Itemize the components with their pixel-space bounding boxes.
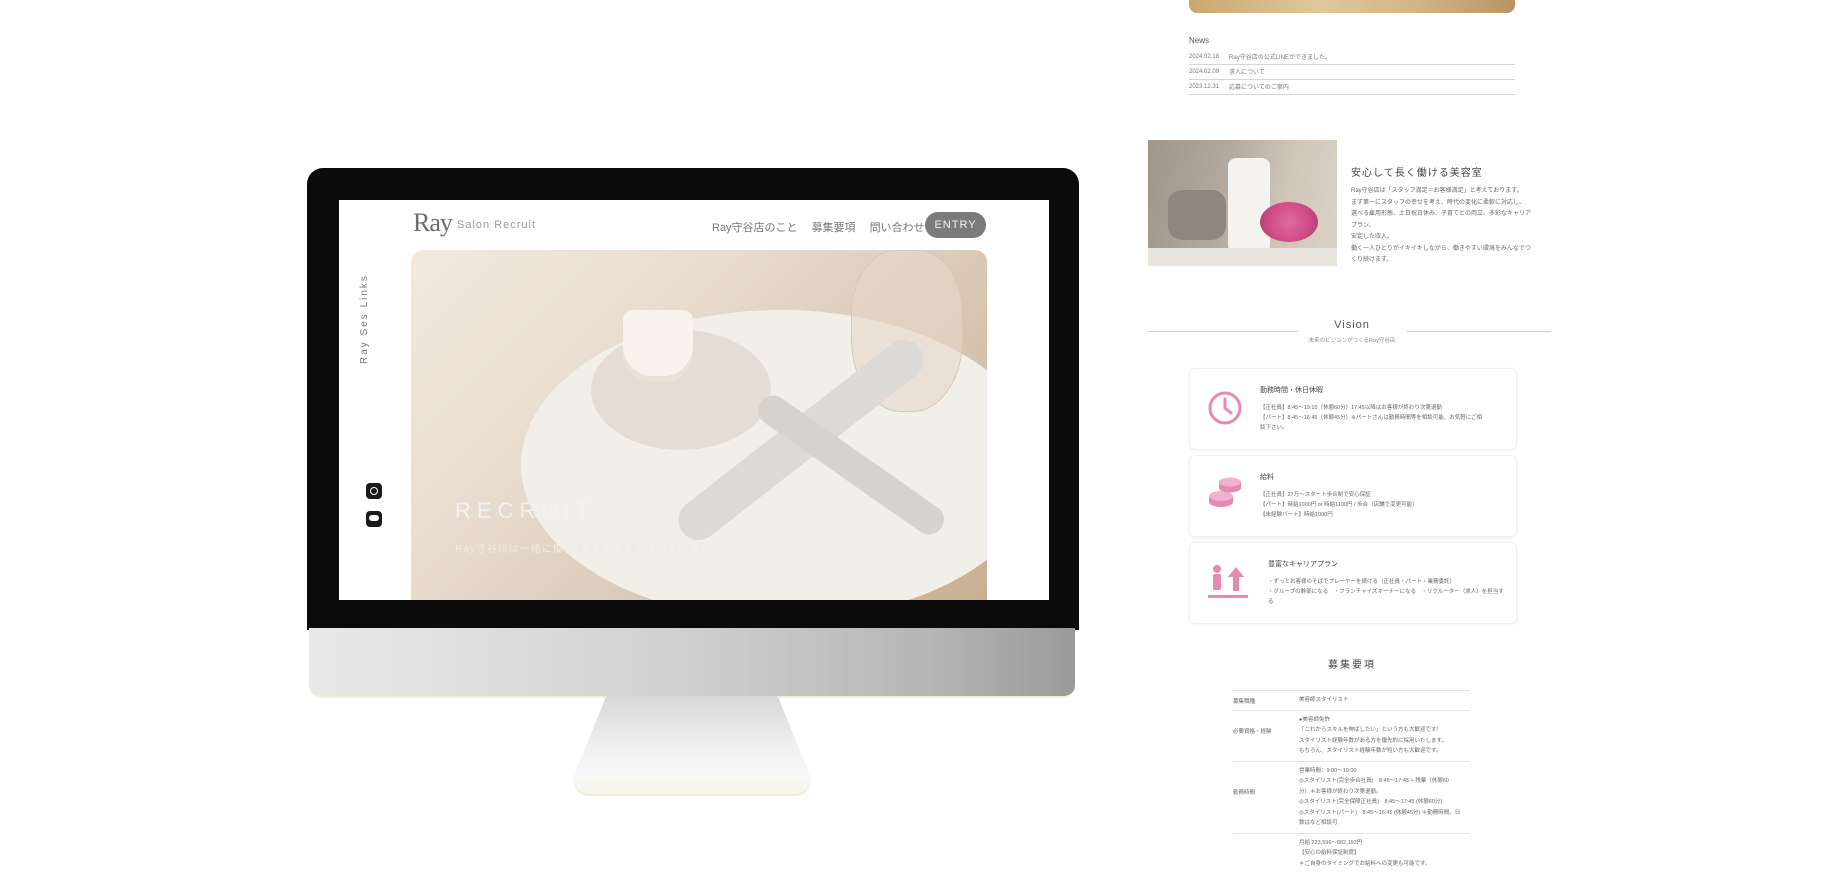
clock-icon [1206, 389, 1244, 427]
info-card-salary: 給料 【正社員】27万～スタート歩合制で安心保証 【パート】時給1000円 or… [1189, 455, 1517, 537]
card-title: 豊富なキャリアプラン [1268, 561, 1338, 568]
card-line: 談下さい。 [1260, 425, 1288, 431]
row-line: ＊ご自身のタイミングでお給料への変更も可能です。 [1299, 860, 1431, 867]
card-line: 【未経験パート】時給1000円 [1260, 512, 1333, 518]
vision-title: Vision [1334, 319, 1370, 331]
vertical-side-text: Ray Ses Links [359, 274, 370, 364]
table-row: 月給 223,596～882,192円 【安心の給料保証制度】 ＊ご自身のタイミ… [1233, 832, 1470, 874]
card-body: ・ずっとお客様のそばでプレーヤーを続ける（正社員・パート・業務委託） ・グループ… [1268, 577, 1508, 607]
card-line: ・ずっとお客様のそばでプレーヤーを続ける（正社員・パート・業務委託） [1268, 579, 1456, 585]
feature-flowers [1260, 202, 1318, 242]
monitor-chin [309, 628, 1075, 698]
card-line: 【正社員】27万～スタート歩合制で安心保証 [1260, 492, 1371, 498]
row-value: 月給 223,596～882,192円 【安心の給料保証制度】 ＊ご自身のタイミ… [1299, 834, 1470, 874]
row-line: もちろん、スタイリスト経験年数が短い方も大歓迎です。 [1299, 748, 1442, 754]
card-line: 【正社員】8:45～19:15（休憩60分）17:45以降はお客様が終わり次第退… [1260, 405, 1442, 411]
table-row: 必要資格・経験 ●美容師免許 「これからスキルを伸ばしたい」という方も大歓迎です… [1233, 709, 1470, 761]
info-card-hours: 勤務時間・休日休暇 【正社員】8:45～19:15（休憩60分）17:45以降は… [1189, 368, 1517, 450]
row-label: 募集職種 [1233, 699, 1256, 705]
row-label: 勤務時間 [1233, 789, 1256, 796]
table-row: 勤務時間 営業時間：9:00～19:00 ◎スタイリスト(完全歩合社員) 8:4… [1233, 760, 1470, 833]
feature-line: 選べる雇用形態、土日祝日休み、子育てとの両立、多彩なキャリアプラン、 [1351, 211, 1531, 229]
line-icon[interactable] [366, 511, 382, 527]
mockup-display: Ray Salon Recruit Ray守谷店のこと 募集要項 問い合わせ E… [339, 200, 1049, 600]
feature-title: 安心して長く働ける美容室 [1351, 168, 1483, 179]
card-title: 給料 [1260, 474, 1274, 481]
row-label [1233, 834, 1299, 874]
feature-bottle [1228, 158, 1270, 253]
vision-subtitle: 未来のビジョンがつくるRay守谷店 [1308, 338, 1396, 344]
hero-image: RECRUIT Ray守谷店は一緒に働けるあなたを歓迎しています [411, 250, 987, 600]
row-value: 美容師スタイリスト [1299, 691, 1470, 710]
news-item[interactable]: 2024.02.09 求人について [1189, 64, 1515, 80]
card-line: 【パート】8:45～16:45（休憩45分）※パートさんは勤務時間等を相談可能、… [1260, 415, 1483, 421]
monitor-mockup: Ray Salon Recruit Ray守谷店のこと 募集要項 問い合わせ E… [307, 168, 1079, 798]
monitor-stand-base [573, 780, 811, 796]
row-line: 美容師スタイリスト [1299, 697, 1349, 703]
nav-item-requirements[interactable]: 募集要項 [812, 219, 856, 235]
card-body: 【正社員】8:45～19:15（休憩60分）17:45以降はお客様が終わり次第退… [1260, 403, 1500, 433]
nav-item-contact[interactable]: 問い合わせ [870, 219, 925, 235]
row-line: ◎スタイリスト(完全歩合社員) 8:45～17:45 + 残業（休憩60 [1299, 778, 1449, 784]
requirements-table: 募集職種 美容師スタイリスト 必要資格・経験 ●美容師免許 「これからスキルを伸… [1233, 690, 1470, 873]
news-heading: News [1189, 36, 1210, 45]
card-line: 【パート】時給1000円 or 時給1100円 / 歩合（店舗で変更可能） [1260, 502, 1418, 508]
news-date: 2023.12.31 [1189, 83, 1220, 90]
row-line: 数はなど相談可 [1299, 820, 1338, 826]
row-line: スタイリスト経験年数がある方を優先的に採用いたします。 [1299, 737, 1447, 744]
news-item[interactable]: 2024.02.18 Ray守谷店の公式LINEができました。 [1189, 49, 1515, 65]
row-line: ◎スタイリスト(パート) 8:45～16:45 (休憩45分) ＊勤務時間、日 [1299, 809, 1461, 816]
feature-line: 働く一人ひとりがイキイキしながら、働きやすい環境をみんなでつくり続けます。 [1351, 245, 1531, 264]
news-title: 求人について [1229, 70, 1265, 76]
entry-button[interactable]: ENTRY [925, 212, 986, 238]
row-value: 営業時間：9:00～19:00 ◎スタイリスト(完全歩合社員) 8:45～17:… [1299, 762, 1470, 833]
site-logo[interactable]: Ray [413, 208, 453, 238]
row-line: ◎スタイリスト(完全保障正社員) 8:45～17:45 (休憩60分) [1299, 799, 1443, 805]
hero-candle [623, 310, 693, 382]
table-row: 募集職種 美容師スタイリスト [1233, 690, 1470, 710]
row-line: 営業時間：9:00～19:00 [1299, 767, 1357, 774]
nav-item-about[interactable]: Ray守谷店のこと [712, 219, 798, 235]
row-line: 月給 223,596～882,192円 [1299, 839, 1363, 846]
news-title: Ray守谷店の公式LINEができました。 [1229, 55, 1332, 61]
row-value: ●美容師免許 「これからスキルを伸ばしたい」という方も大歓迎です！ スタイリスト… [1299, 711, 1470, 761]
site-nav: Ray守谷店のこと 募集要項 問い合わせ [712, 219, 925, 235]
instagram-icon[interactable] [366, 483, 382, 499]
feature-text: Ray守谷店は「スタッフ満足＝お客様満足」と考えております。 まず第一にスタッフ… [1351, 186, 1536, 267]
hero-subtitle: Ray守谷店は一緒に働けるあなたを歓迎しています [455, 544, 707, 555]
card-line: ・グループの幹部になる ・フランチャイズオーナーになる ・リクルーター（求人）を… [1268, 589, 1504, 605]
site-logo-subtitle: Salon Recruit [457, 219, 537, 231]
news-title: 応募についてのご案内 [1229, 85, 1289, 91]
feature-line: まず第一にスタッフの幸せを考え、時代の変化に柔軟に対応し、 [1351, 199, 1526, 206]
row-line: 「これからスキルを伸ばしたい」という方も大歓迎です！ [1299, 727, 1443, 733]
news-date: 2024.02.18 [1189, 53, 1220, 60]
feature-line: Ray守谷店は「スタッフ満足＝お客様満足」と考えております。 [1351, 188, 1523, 194]
vision-divider-left [1148, 331, 1298, 332]
requirements-title: 募集要項 [1328, 660, 1376, 671]
feature-table [1148, 248, 1337, 266]
coins-icon [1206, 476, 1244, 514]
news-item[interactable]: 2023.12.31 応募についてのご案内 [1189, 79, 1515, 95]
feature-line: 安定した収入。 [1351, 234, 1394, 240]
row-line: 【安心の給料保証制度】 [1299, 850, 1360, 856]
feature-towel [1168, 190, 1226, 240]
row-label: 必要資格・経験 [1233, 728, 1272, 735]
card-body: 【正社員】27万～スタート歩合制で安心保証 【パート】時給1000円 or 時給… [1260, 490, 1500, 520]
info-card-career: 豊富なキャリアプラン ・ずっとお客様のそばでプレーヤーを続ける（正社員・パート・… [1189, 542, 1517, 624]
row-line: ●美容師免許 [1299, 716, 1330, 723]
top-photo-strip [1189, 0, 1515, 13]
career-icon [1206, 563, 1248, 601]
card-title: 勤務時間・休日休暇 [1260, 387, 1323, 394]
news-date: 2024.02.09 [1189, 68, 1220, 75]
hero-title: RECRUIT [455, 498, 595, 523]
feature-image [1148, 140, 1337, 266]
row-line: 分）＊お客様が終わり次第退勤。 [1299, 788, 1382, 795]
vision-divider-right [1407, 331, 1551, 332]
